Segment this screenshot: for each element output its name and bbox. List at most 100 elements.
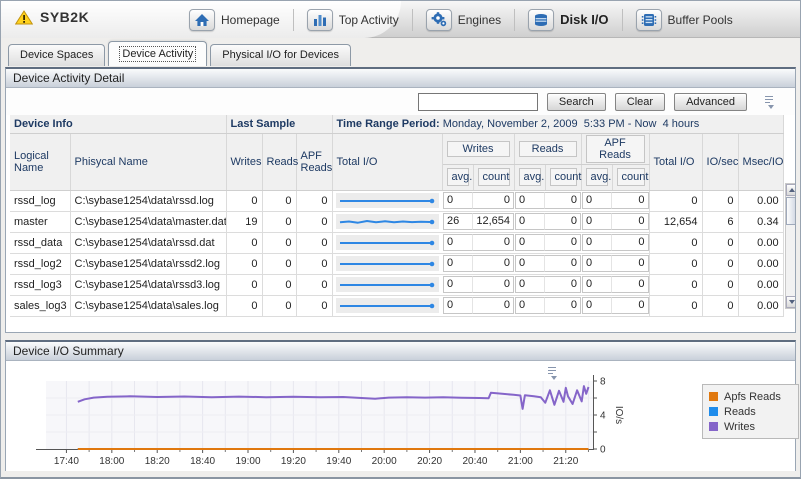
- col-writes[interactable]: Writes: [226, 133, 262, 190]
- legend-item: Reads: [709, 404, 792, 419]
- svg-text:8: 8: [600, 377, 606, 388]
- col-io-sec[interactable]: IO/sec: [702, 133, 738, 190]
- buffer-pools-icon: [636, 9, 662, 31]
- scroll-up-icon[interactable]: [786, 184, 795, 196]
- col-group-writes[interactable]: Writes: [442, 133, 514, 164]
- legend-label: Writes: [724, 421, 755, 433]
- cell-writes-count: 12,654: [473, 211, 514, 232]
- legend-swatch-icon: [709, 422, 718, 431]
- cell-last-apf-reads: 0: [296, 232, 332, 253]
- col-total-io[interactable]: Total I/O: [649, 133, 702, 190]
- scroll-down-icon[interactable]: [786, 296, 795, 308]
- chart-options-icon[interactable]: [546, 367, 558, 379]
- col-msec-io[interactable]: Msec/IO: [738, 133, 783, 190]
- col-apf-reads[interactable]: APF Reads: [296, 133, 332, 190]
- clear-button[interactable]: Clear: [615, 93, 665, 111]
- cell-reads-count: 0: [545, 295, 581, 316]
- table-row[interactable]: rssd_log2C:\sybase1254\data\rssd2.log000…: [10, 253, 783, 274]
- nav-disk-io[interactable]: Disk I/O: [528, 9, 608, 31]
- device-io-summary-panel: Device I/O Summary 17:4018:0018:2018:401…: [5, 340, 796, 471]
- col-writes-count[interactable]: count: [473, 164, 514, 190]
- svg-text:21:20: 21:20: [553, 456, 578, 467]
- io-summary-line-chart: 17:4018:0018:2018:4019:0019:2019:4020:00…: [6, 361, 797, 471]
- col-logical-name[interactable]: Logical Name: [10, 133, 70, 190]
- group-last-sample: Last Sample: [226, 115, 332, 133]
- cell-logical-name: rssd_data: [10, 232, 70, 253]
- cell-last-reads: 0: [262, 253, 296, 274]
- col-reads[interactable]: Reads: [262, 133, 296, 190]
- svg-text:0: 0: [600, 445, 606, 456]
- svg-text:18:20: 18:20: [145, 456, 170, 467]
- table-row[interactable]: rssd_log3C:\sybase1254\data\rssd3.log000…: [10, 274, 783, 295]
- nav-engines[interactable]: Engines: [426, 9, 501, 31]
- col-group-apf-reads[interactable]: APF Reads: [581, 133, 649, 164]
- cell-io-sec: 0: [702, 274, 738, 295]
- cell-last-writes: 0: [226, 274, 262, 295]
- col-total-io-trend[interactable]: Total I/O: [332, 133, 442, 190]
- total-io-sparkline: [336, 298, 440, 313]
- col-apf-avg[interactable]: avg.: [581, 164, 612, 190]
- scrollbar-thumb[interactable]: [786, 197, 795, 225]
- cell-io-sec: 0: [702, 232, 738, 253]
- col-reads-avg[interactable]: avg.: [514, 164, 545, 190]
- cell-msec-io: 0.00: [738, 253, 783, 274]
- svg-text:20:40: 20:40: [462, 456, 487, 467]
- cell-msec-io: 0.00: [738, 190, 783, 211]
- cell-reads-avg: 0: [514, 274, 545, 295]
- cell-apf-count: 0: [612, 274, 649, 295]
- table-row[interactable]: masterC:\sybase1254\data\master.dat19002…: [10, 211, 783, 232]
- cell-io-sec: 6: [702, 211, 738, 232]
- table-options-icon[interactable]: [763, 96, 775, 108]
- advanced-button[interactable]: Advanced: [674, 93, 747, 111]
- nav-homepage[interactable]: Homepage: [189, 9, 280, 31]
- warning-icon: [15, 10, 33, 25]
- cell-apf-avg: 0: [581, 190, 612, 211]
- cell-physical-name: C:\sybase1254\data\rssd2.log: [70, 253, 226, 274]
- cell-last-reads: 0: [262, 211, 296, 232]
- col-reads-count[interactable]: count: [545, 164, 581, 190]
- cell-reads-avg: 0: [514, 295, 545, 316]
- cell-writes-avg: 26: [442, 211, 473, 232]
- top-navigation: Homepage Top Activity: [189, 1, 733, 38]
- tab-bar: Device Spaces Device Activity Physical I…: [1, 38, 800, 66]
- tab-label: Physical I/O for Devices: [222, 49, 339, 61]
- col-phisycal-name[interactable]: Phisycal Name: [70, 133, 226, 190]
- col-group-reads[interactable]: Reads: [514, 133, 581, 164]
- tab-device-spaces[interactable]: Device Spaces: [8, 44, 105, 66]
- group-time-range: Time Range Period: Monday, November 2, 2…: [332, 115, 783, 133]
- nav-engines-label: Engines: [458, 13, 501, 27]
- top-header-bar: SYB2K Homepage Top Activity: [1, 1, 800, 38]
- search-input[interactable]: [418, 93, 538, 111]
- total-io-sparkline: [336, 235, 440, 250]
- table-row[interactable]: rssd_logC:\sybase1254\data\rssd.log00000…: [10, 190, 783, 211]
- cell-writes-count: 0: [473, 232, 514, 253]
- cell-last-reads: 0: [262, 190, 296, 211]
- nav-buffer-pools[interactable]: Buffer Pools: [636, 9, 733, 31]
- cell-total-io-sparkline: [332, 232, 442, 253]
- home-icon: [189, 9, 215, 31]
- cell-total-io-sparkline: [332, 253, 442, 274]
- col-apf-count[interactable]: count: [612, 164, 649, 190]
- io-summary-chart-area: 17:4018:0018:2018:4019:0019:2019:4020:00…: [6, 361, 795, 471]
- cell-last-reads: 0: [262, 232, 296, 253]
- table-vertical-scrollbar[interactable]: [785, 183, 795, 309]
- cell-writes-count: 0: [473, 295, 514, 316]
- cell-writes-count: 0: [473, 190, 514, 211]
- device-activity-detail-panel: Device Activity Detail Search Clear Adva…: [5, 67, 796, 333]
- search-button[interactable]: Search: [547, 93, 606, 111]
- col-writes-avg[interactable]: avg.: [442, 164, 473, 190]
- cell-logical-name: rssd_log3: [10, 274, 70, 295]
- tab-physical-io-for-devices[interactable]: Physical I/O for Devices: [210, 44, 351, 66]
- cell-physical-name: C:\sybase1254\data\master.dat: [70, 211, 226, 232]
- cell-apf-count: 0: [612, 295, 649, 316]
- nav-top-activity[interactable]: Top Activity: [307, 9, 399, 31]
- cell-apf-count: 0: [612, 232, 649, 253]
- cell-total-io: 0: [649, 295, 702, 316]
- table-row[interactable]: sales_log3C:\sybase1254\data\sales.log00…: [10, 295, 783, 316]
- cell-logical-name: master: [10, 211, 70, 232]
- time-range-label: Time Range Period:: [337, 118, 440, 130]
- cell-msec-io: 0.34: [738, 211, 783, 232]
- tab-device-activity[interactable]: Device Activity: [108, 41, 207, 66]
- tab-label: Device Spaces: [20, 49, 93, 61]
- table-row[interactable]: rssd_dataC:\sybase1254\data\rssd.dat0000…: [10, 232, 783, 253]
